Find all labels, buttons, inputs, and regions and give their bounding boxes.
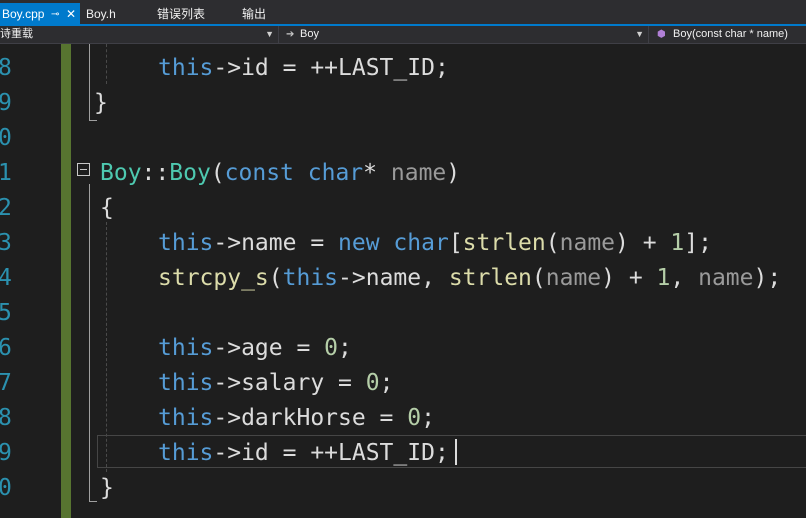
code-line: { <box>100 195 114 221</box>
code-line: Boy::Boy(const char* name) <box>100 160 461 186</box>
tab-output[interactable]: 输出 <box>240 3 266 26</box>
code-line: } <box>100 475 114 501</box>
code-line: strcpy_s(this->name, strlen(name) + 1, n… <box>158 265 782 291</box>
tab-boy-h[interactable]: Boy.h <box>84 3 116 26</box>
class-dropdown[interactable]: ➔ Boy ▼ <box>280 26 649 43</box>
text-caret <box>455 439 457 465</box>
navigation-bar: 诗重载 ▼ ➔ Boy ▼ ⬢ Boy(const char * name) <box>0 26 806 44</box>
member-dropdown-label: Boy(const char * name) <box>673 28 788 40</box>
code-line: this->id = ++LAST_ID; <box>158 55 449 81</box>
chevron-down-icon: ▼ <box>265 29 274 39</box>
method-cube-icon: ⬢ <box>657 29 666 40</box>
code-line: this->darkHorse = 0; <box>158 405 435 431</box>
chevron-down-icon: ▼ <box>635 29 644 39</box>
arrow-right-icon: ➔ <box>286 29 295 40</box>
code-line: this->id = ++LAST_ID; <box>158 440 449 466</box>
code-line: this->age = 0; <box>158 335 352 361</box>
member-dropdown[interactable]: ⬢ Boy(const char * name) <box>650 26 806 43</box>
code-line: this->name = new char[strlen(name) + 1]; <box>158 230 712 256</box>
code-line: } <box>94 90 108 116</box>
code-text: this->id = ++LAST_ID; } Boy::Boy(const c… <box>0 44 806 518</box>
tab-label: 输出 <box>242 7 267 21</box>
tab-error-list[interactable]: 错误列表 <box>155 3 205 26</box>
tab-boy-cpp[interactable]: Boy.cpp ⊸ ✕ <box>0 3 80 26</box>
code-editor[interactable]: 8 9 0 1 2 3 4 5 6 7 8 9 0 this->id = ++L… <box>0 44 806 518</box>
class-dropdown-label: Boy <box>300 28 319 40</box>
document-tab-bar: Boy.cpp ⊸ ✕ Boy.h 错误列表 输出 <box>0 0 806 26</box>
close-icon[interactable]: ✕ <box>66 3 76 26</box>
pin-icon[interactable]: ⊸ <box>51 3 59 26</box>
tab-label: Boy.cpp <box>2 7 45 21</box>
tab-label: Boy.h <box>86 7 116 21</box>
tab-label: 错误列表 <box>157 7 206 21</box>
scope-dropdown-label: 诗重载 <box>0 28 33 40</box>
code-line: this->salary = 0; <box>158 370 394 396</box>
scope-dropdown[interactable]: 诗重载 ▼ <box>0 26 279 43</box>
